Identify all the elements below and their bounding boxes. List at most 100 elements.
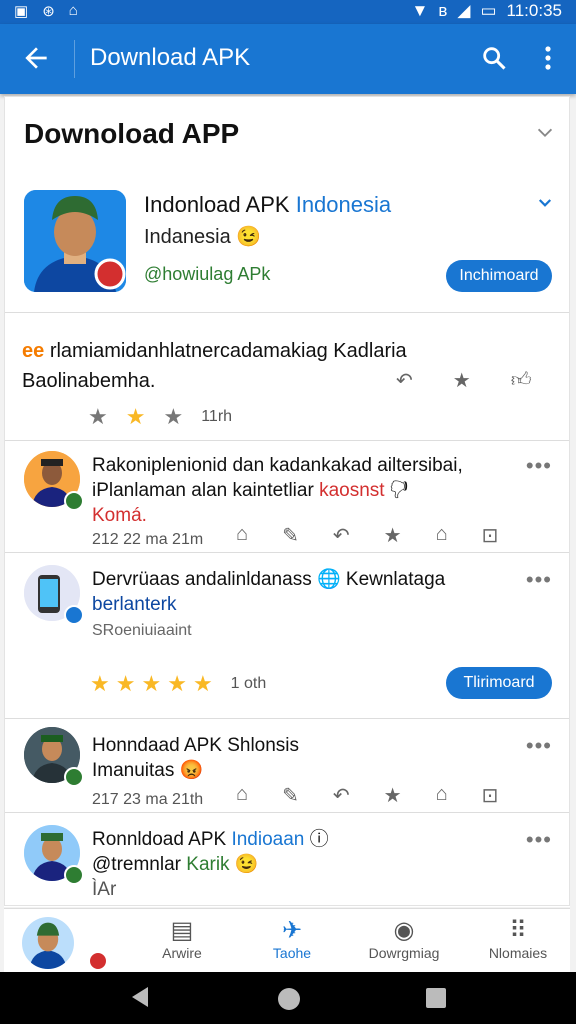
more-options-icon[interactable]: ••• [526,827,552,853]
chevron-down-icon[interactable] [534,122,556,144]
post-text: Dervrüaas andalinldanass 🌐 Kewnlataga be… [92,569,446,639]
home-icon[interactable]: ⌂ [236,783,248,808]
app-icon[interactable] [24,190,126,292]
app-name-accent: Indonesia [295,192,392,217]
system-recents-icon[interactable] [426,988,446,1008]
description-text-2: Baolinabemha. [22,370,156,392]
nav-label: Dowrgmiag [368,945,440,961]
star-icon[interactable]: ★ [88,406,108,428]
more-options-icon[interactable]: ••• [526,453,552,479]
section-header[interactable]: Downoload APP [4,96,570,173]
post-line: iPlanlaman alan kaintetliar [92,480,314,501]
bell-icon: ⌂ [68,2,78,19]
star-icon[interactable]: ★ [384,523,402,548]
app-listing: Indonload APK Indonesia Indanesia 😉 @how… [4,172,570,313]
thumbs-up-icon[interactable]: 👍︎ [511,368,532,393]
profile-avatar[interactable] [22,917,74,969]
download-icon: ◉ [393,917,415,944]
nav-archive[interactable]: ▤ Arwire [122,917,242,961]
download-button[interactable]: Tlirimoard [446,667,552,699]
star-icon[interactable]: ★ [116,673,136,695]
rating-text: 11rh [201,408,233,425]
nav-more[interactable]: ⠿ Nlomaies [458,917,576,961]
post-line: Imanuitas 😡 [92,760,204,781]
page-title: Download APK [90,44,251,71]
star-icon[interactable]: ★ [163,406,183,428]
app-notification-icon: ⊛ [42,3,55,20]
grid-icon: ⠿ [509,917,527,944]
post-highlight: kaosnst [319,480,385,501]
expand-chevron-icon[interactable] [536,194,554,212]
rating-row: ★ ★ ★ ★ ★ 1 oth [90,673,266,695]
bookmark-icon[interactable]: ⊡ [482,783,499,808]
rating-text: 1 oth [230,675,267,692]
post-line: Ronnldoad APK [92,829,227,850]
verified-badge [64,605,84,625]
description-actions: ↶ ★ 👍︎ [396,368,532,393]
edit-icon[interactable]: ✎ [282,523,299,548]
star-icon[interactable]: ★ [453,368,471,393]
list-item[interactable]: Dervrüaas andalinldanass 🌐 Kewnlataga be… [4,552,570,719]
signal-icon: ◢ [457,1,471,20]
system-back-icon[interactable] [130,986,150,1008]
verified-badge [64,767,84,787]
status-time: 11:0:35 [506,1,562,20]
appbar-divider [74,40,75,78]
nav-downloading[interactable]: ◉ Dowrgmiag [344,917,464,961]
home-icon[interactable]: ⌂ [236,523,248,548]
post-actions: ⌂ ✎ ↶ ★ ⌂ ⊡ [236,783,498,808]
wifi-icon: ▼ [411,1,429,20]
star-icon[interactable]: ★ [90,673,110,695]
share-icon[interactable]: ↶ [333,523,350,548]
app-subtitle: Indanesia 😉 [144,226,262,248]
edit-icon[interactable]: ✎ [282,783,299,808]
post-actions: ⌂ ✎ ↶ ★ ⌂ ⊡ [236,523,498,548]
bookmark-icon[interactable]: ⊡ [482,523,499,548]
list-item[interactable]: Honndaad APK Shlonsis Imanuitas 😡 ••• 21… [4,718,570,813]
post-text: Rakoniplenionid dan kadankakad ailtersib… [92,455,463,526]
post-line: Rakoniplenionid dan kadankakad ailtersib… [92,455,463,476]
system-navigation-bar [0,972,576,1024]
house-icon[interactable]: ⌂ [436,783,448,808]
star-icon[interactable]: ★ [384,783,402,808]
star-icon[interactable]: ★ [141,673,161,695]
post-line: SRoeniuiaaint [92,622,192,639]
system-home-icon[interactable] [278,988,300,1010]
list-item[interactable]: Ronnldoad APK Indioaan ⓘ @tremnlar Karik… [4,812,570,907]
list-item[interactable]: Rakoniplenionid dan kadankakad ailtersib… [4,440,570,553]
share-icon[interactable]: ↶ [396,368,413,393]
bottom-navigation: ▤ Arwire ✈ Taohe ◉ Dowrgmiag ⠿ Nlomaies [4,908,570,973]
notification-badge [88,951,108,971]
star-icon[interactable]: ★ [126,406,146,428]
search-icon[interactable] [480,44,508,72]
back-arrow-icon[interactable] [20,42,52,74]
post-line: Kewnlataga [345,569,446,590]
download-button[interactable]: Inchimoard [446,260,552,292]
app-name: Indonload APK Indonesia [144,192,391,218]
post-line: Komá. [92,505,147,526]
post-accent: Karik [186,854,230,875]
more-options-icon[interactable]: ••• [526,567,552,593]
post-text: Ronnldoad APK Indioaan ⓘ @tremnlar Karik… [92,829,329,900]
verified-badge [64,491,84,511]
star-icon[interactable]: ★ [193,673,213,695]
house-icon[interactable]: ⌂ [436,523,448,548]
star-icon[interactable]: ★ [167,673,187,695]
post-line: berlanterk [92,594,177,615]
more-options-icon[interactable]: ••• [526,733,552,759]
nav-label: Taohe [272,945,312,961]
post-meta: 212 22 ma 21m [92,531,204,548]
post-line: ÌAr [92,879,117,900]
status-bar: ▣ ⊛ ⌂ ▼ ʙ ◢ ▭ 11:0:35 [0,0,576,24]
post-accent: Indioaan [231,829,305,850]
verified-badge [64,865,84,885]
nav-home[interactable]: ✈ Taohe [232,917,352,961]
app-bar: Download APK [0,24,576,94]
more-vert-icon[interactable] [538,44,558,72]
app-handle[interactable]: @howiulag APk [144,264,270,285]
notification-icon: ▣ [14,3,29,20]
battery-icon: ▭ [480,1,497,20]
share-icon[interactable]: ↶ [333,783,350,808]
section-heading: Downoload APP [24,118,240,149]
description-text-1: rlamiamidanhlatnercadamakiag Kadlaria [49,340,407,362]
